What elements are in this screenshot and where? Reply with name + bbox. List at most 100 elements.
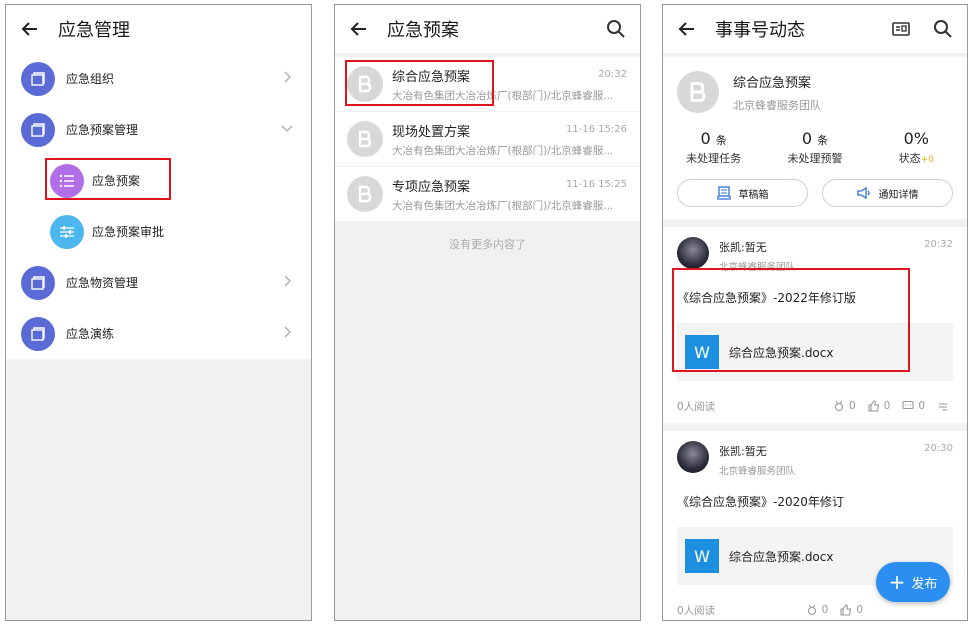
stat-caption: 未处理任务 (686, 152, 742, 165)
stat-extra: +0 (920, 155, 934, 165)
stat-status[interactable]: 0% 状态+0 (866, 129, 967, 166)
folder-icon (21, 112, 55, 147)
list-item[interactable]: 现场处置方案 大冶有色集团大冶冶炼厂(根部门)/北京蜂睿服... 11-16 15… (335, 112, 640, 167)
header: 应急管理 (6, 5, 311, 53)
like-action[interactable]: 0 (840, 604, 863, 616)
publish-button[interactable]: + 发布 (876, 562, 950, 602)
plus-icon: + (888, 570, 906, 594)
menu-item-label: 应急组织 (66, 72, 115, 86)
drafts-button[interactable]: 草稿箱 (677, 179, 808, 207)
stat-pending-alerts[interactable]: 0 条 未处理预警 (764, 129, 865, 166)
menu-item-supplies[interactable]: 应急物资管理 (6, 257, 311, 308)
menu-item-label: 应急演练 (66, 327, 115, 341)
award-action[interactable]: 0 (806, 604, 829, 616)
search-icon[interactable] (933, 19, 953, 39)
thumbs-up-icon (840, 604, 852, 616)
page-title: 事事号动态 (715, 20, 805, 41)
read-count: 0人阅读 (677, 400, 716, 413)
like-count: 0 (883, 400, 891, 412)
id-card-icon[interactable] (891, 19, 911, 39)
post-author: 张凯:暂无 (719, 445, 767, 458)
logo-icon (347, 176, 383, 212)
account-team: 北京蜂睿服务团队 (733, 99, 821, 112)
drafts-icon (716, 186, 731, 200)
menu-item-label: 应急物资管理 (66, 276, 139, 290)
folder-icon (21, 316, 55, 351)
chevron-down-icon (281, 125, 293, 132)
post-footer: 0人阅读 0 0 0 (677, 397, 953, 415)
speaker-icon (856, 186, 870, 200)
comment-count: 0 (918, 400, 925, 412)
stats-row: 0 条 未处理任务 0 条 未处理预警 0% 状态+0 (663, 129, 967, 166)
page-title: 应急管理 (58, 20, 130, 41)
comment-icon (902, 400, 914, 410)
avatar (677, 441, 709, 473)
post-time: 20:30 (924, 443, 953, 454)
highlight-box (45, 158, 171, 200)
menu-item-emergency-org[interactable]: 应急组织 (6, 53, 311, 104)
avatar (677, 237, 709, 269)
medal-icon (807, 604, 816, 616)
item-time: 11-16 15:25 (565, 179, 627, 190)
item-subtitle: 大冶有色集团大冶冶炼厂(根部门)/北京蜂睿服... (392, 199, 614, 212)
page-title: 应急预案 (387, 20, 459, 41)
logo-icon (347, 121, 383, 157)
logo-icon (677, 71, 719, 113)
chevron-right-icon (284, 275, 291, 287)
comment-action[interactable]: 0 (902, 400, 925, 412)
publish-label: 发布 (911, 576, 938, 592)
back-arrow-icon[interactable] (20, 19, 40, 39)
stat-caption: 状态 (898, 152, 921, 165)
account-feed-screen: 事事号动态 综合应急预案 北京蜂睿服务团队 0 条 未处理任务 0 条 未处理预… (662, 4, 968, 621)
like-count: 0 (856, 604, 863, 616)
folder-icon (21, 265, 55, 300)
submenu-item-plan-approval[interactable]: 应急预案审批 (6, 206, 311, 257)
award-count: 0 (821, 604, 829, 616)
header: 事事号动态 (663, 5, 967, 53)
item-time: 11-16 15:26 (565, 124, 627, 135)
item-subtitle: 大冶有色集团大冶冶炼厂(根部门)/北京蜂睿服... (392, 144, 614, 157)
back-arrow-icon[interactable] (349, 19, 369, 39)
stat-unit: 条 (715, 134, 727, 147)
stat-caption: 未处理预警 (787, 152, 843, 165)
menu-item-label: 应急预案管理 (66, 123, 139, 137)
stat-unit: 条 (817, 134, 829, 147)
more-action[interactable] (937, 400, 953, 412)
like-action[interactable]: 0 (868, 400, 891, 412)
post-footer: 0人阅读 0 0 (677, 601, 953, 619)
sliders-icon (50, 214, 84, 249)
submenu-item-label: 应急预案审批 (92, 225, 165, 239)
emergency-management-screen: 应急管理 应急组织 应急预案管理 应急预案 应急预案审批 应急物资管理 应急演练 (5, 4, 312, 621)
menu-item-plan-management[interactable]: 应急预案管理 (6, 104, 311, 155)
post-org: 北京蜂睿服务团队 (719, 466, 796, 477)
folder-icon (21, 61, 55, 96)
notice-details-button[interactable]: 通知详情 (822, 179, 953, 207)
stat-number: 0% (903, 129, 930, 148)
account-card: 综合应急预案 北京蜂睿服务团队 0 条 未处理任务 0 条 未处理预警 0% 状… (663, 57, 967, 219)
drafts-label: 草稿箱 (738, 189, 769, 201)
list-item[interactable]: 专项应急预案 大冶有色集团大冶冶炼厂(根部门)/北京蜂睿服... 11-16 15… (335, 167, 640, 222)
header: 应急预案 (335, 5, 640, 53)
back-arrow-icon[interactable] (677, 19, 697, 39)
award-action[interactable]: 0 (833, 400, 856, 412)
menu-list: 应急组织 应急预案管理 应急预案 应急预案审批 应急物资管理 应急演练 (6, 53, 311, 359)
chevron-right-icon (284, 71, 291, 83)
search-icon[interactable] (606, 19, 626, 39)
item-time: 20:32 (598, 69, 627, 80)
post-title: 《综合应急预案》-2020年修订 (677, 495, 844, 509)
action-buttons: 草稿箱 通知详情 (677, 179, 953, 207)
post-author: 张凯:暂无 (719, 241, 767, 254)
file-name: 综合应急预案.docx (729, 549, 834, 564)
read-count: 0人阅读 (677, 604, 716, 617)
word-file-icon: W (685, 539, 719, 573)
emergency-plan-list-screen: 应急预案 综合应急预案 大冶有色集团大冶冶炼厂(根部门)/北京蜂睿服... 20:… (334, 4, 641, 621)
chevron-right-icon (284, 326, 291, 338)
account-name: 综合应急预案 (733, 76, 812, 91)
notice-label: 通知详情 (878, 189, 919, 201)
menu-lines-icon (939, 403, 947, 411)
menu-item-drill[interactable]: 应急演练 (6, 308, 311, 359)
thumbs-up-icon (868, 400, 879, 412)
no-more-text: 没有更多内容了 (449, 238, 526, 251)
stat-pending-tasks[interactable]: 0 条 未处理任务 (663, 129, 764, 166)
stat-number: 0 (700, 129, 711, 148)
